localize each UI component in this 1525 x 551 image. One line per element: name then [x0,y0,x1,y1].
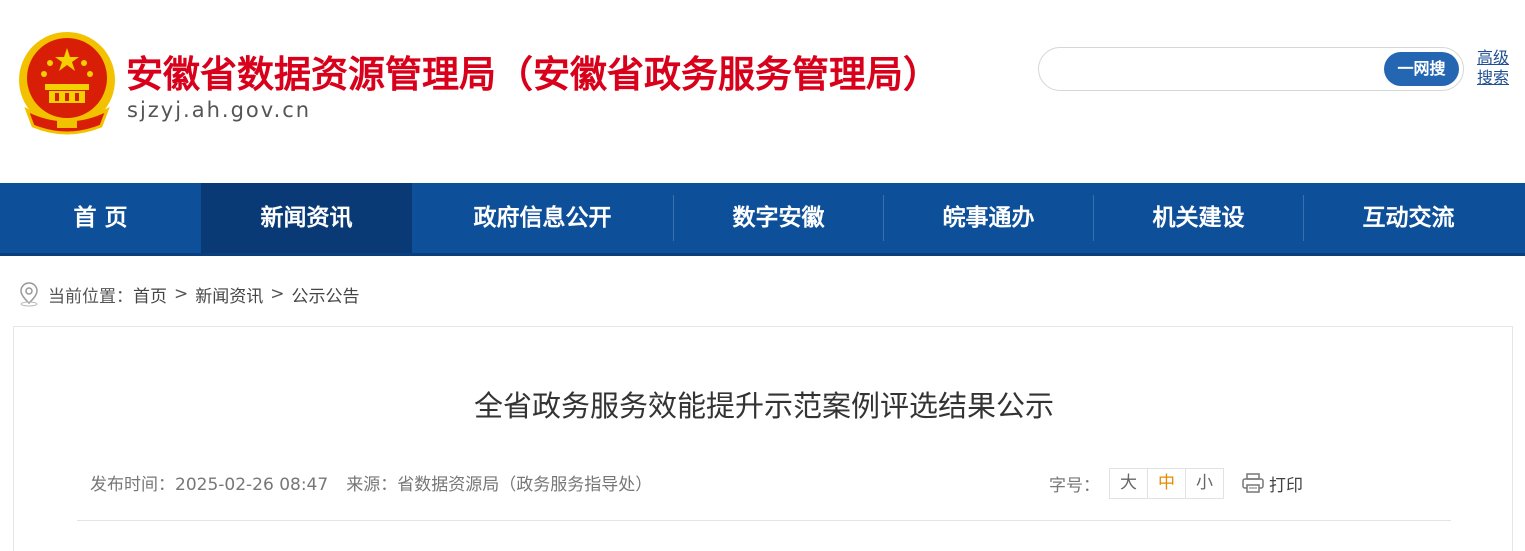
printer-icon [1242,473,1264,493]
advanced-search-link[interactable]: 高级搜索 [1477,48,1517,88]
publish-label: 发布时间： [90,475,175,495]
source-label: 来源： [346,475,398,495]
nav-item-home[interactable]: 首 页 [0,183,201,253]
breadcrumb-news[interactable]: 新闻资讯 [195,282,263,307]
site-header: 安徽省数据资源管理局（安徽省政务服务管理局） sjzyj.ah.gov.cn 一… [0,0,1525,183]
publish-time: 2025-02-26 08:47 [175,475,329,495]
font-size-small-button[interactable]: 小 [1185,467,1224,499]
search-box: 一网搜 [1038,47,1464,91]
font-size-control: 字号： 大 中 小 打印 [1049,467,1303,499]
font-size-medium-button[interactable]: 中 [1147,467,1186,499]
search-button[interactable]: 一网搜 [1384,52,1459,86]
site-title: 安徽省数据资源管理局（安徽省政务服务管理局） [126,53,940,96]
national-emblem-icon[interactable] [17,30,117,138]
meta-divider [77,520,1451,521]
nav-item-wanshitong[interactable]: 皖事通办 [884,183,1093,253]
location-pin-icon [20,282,38,307]
breadcrumb-prefix: 当前位置： [48,286,133,307]
article-meta: 发布时间：2025-02-26 08:47 来源：省数据资源局（政务服务指导处） [90,470,652,495]
nav-item-interaction[interactable]: 互动交流 [1304,183,1513,253]
search-input[interactable] [1055,56,1375,82]
breadcrumb: 当前位置： 首页 > 新闻资讯 > 公示公告 [18,280,360,308]
breadcrumb-separator: > [174,284,189,304]
site-domain: sjzyj.ah.gov.cn [127,98,312,122]
print-button[interactable]: 打印 [1242,471,1303,496]
print-label: 打印 [1269,475,1303,496]
font-size-label: 字号： [1049,475,1100,496]
source-value: 省数据资源局（政务服务指导处） [397,475,653,495]
nav-item-digital-anhui[interactable]: 数字安徽 [674,183,883,253]
breadcrumb-home[interactable]: 首页 [133,282,167,307]
breadcrumb-separator: > [270,284,285,304]
article-panel: 全省政务服务效能提升示范案例评选结果公示 发布时间：2025-02-26 08:… [13,326,1513,551]
nav-item-party-building[interactable]: 机关建设 [1094,183,1303,253]
nav-item-gov-info[interactable]: 政府信息公开 [412,183,673,253]
breadcrumb-announcements[interactable]: 公示公告 [292,282,360,307]
font-size-large-button[interactable]: 大 [1109,467,1148,499]
article-title: 全省政务服务效能提升示范案例评选结果公示 [473,389,1054,423]
nav-item-news[interactable]: 新闻资讯 [201,183,412,253]
main-nav: 首 页 新闻资讯 政府信息公开 数字安徽 皖事通办 机关建设 互动交流 [0,183,1525,256]
